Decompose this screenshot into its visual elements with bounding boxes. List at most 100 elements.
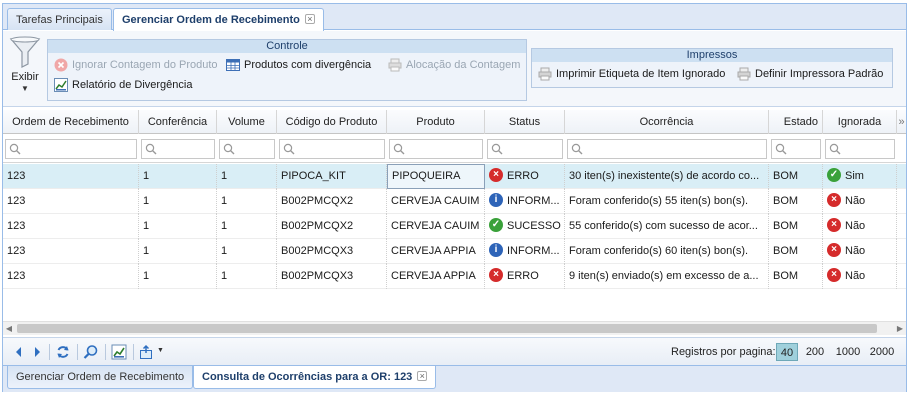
cell-estado[interactable]: BOM [769, 239, 823, 264]
scroll-right-icon[interactable]: ▶ [894, 322, 906, 335]
cell-status[interactable]: i INFORM... [485, 189, 565, 214]
cell-ignorada-text: Não [845, 220, 866, 232]
filter-input-volume[interactable] [219, 139, 275, 159]
tab-gerenciar-ordem-bottom[interactable]: Gerenciar Ordem de Recebimento [7, 366, 194, 389]
filter-input-produto[interactable] [389, 139, 483, 159]
alocacao-contagem-button[interactable]: Alocação da Contagem [388, 57, 520, 75]
cell-ocorrencia[interactable]: Foram conferido(s) 55 iten(s) bon(s). [565, 189, 769, 214]
cell-ignorada[interactable]: ✓ Sim [823, 164, 897, 189]
cell-produto[interactable]: CERVEJA APPIA [387, 239, 485, 264]
horizontal-scrollbar[interactable]: ◀ ▶ [3, 321, 906, 335]
table-row[interactable]: 123 1 1 B002PMCQX2 CERVEJA CAUIM i INFORM... Fo… [3, 189, 906, 214]
column-header-ignorada[interactable]: Ignorada [823, 110, 897, 134]
cell-ordem[interactable]: 123 [3, 214, 139, 239]
cell-estado[interactable]: BOM [769, 189, 823, 214]
imprimir-etiqueta-button[interactable]: Imprimir Etiqueta de Item Ignorado [538, 66, 725, 84]
table-row[interactable]: 123 1 1 B002PMCQX3 CERVEJA APPIA × ERRO 9 iten(… [3, 264, 906, 289]
cell-ordem[interactable]: 123 [3, 164, 139, 189]
filter-input-ordem[interactable] [5, 139, 137, 159]
column-header-conferencia[interactable]: Conferência [139, 110, 217, 134]
cell-volume[interactable]: 1 [217, 189, 277, 214]
page-size-2000[interactable]: 2000 [867, 343, 897, 361]
cell-conferencia[interactable]: 1 [139, 264, 217, 289]
cell-volume[interactable]: 1 [217, 264, 277, 289]
filter-input-conferencia[interactable] [141, 139, 215, 159]
cell-volume[interactable]: 1 [217, 164, 277, 189]
cell-produto[interactable]: PIPOQUEIRA [387, 164, 485, 189]
column-header-codigo[interactable]: Código do Produto [277, 110, 387, 134]
refresh-icon[interactable] [55, 344, 71, 360]
ignorar-contagem-button[interactable]: Ignorar Contagem do Produto [54, 57, 218, 75]
column-header-ocorrencia[interactable]: Ocorrência [565, 110, 769, 134]
exibir-button[interactable]: Exibir ▼ [7, 35, 43, 101]
cell-ignorada[interactable]: × Não [823, 214, 897, 239]
next-page-icon[interactable] [29, 344, 45, 360]
cell-produto[interactable]: CERVEJA APPIA [387, 264, 485, 289]
cell-codigo[interactable]: B002PMCQX2 [277, 189, 387, 214]
cell-produto[interactable]: CERVEJA CAUIM [387, 189, 485, 214]
cell-conferencia[interactable]: 1 [139, 189, 217, 214]
column-header-ordem[interactable]: Ordem de Recebimento [3, 110, 139, 134]
table-row[interactable]: 123 1 1 B002PMCQX2 CERVEJA CAUIM ✓ SUCESSO 55 c… [3, 214, 906, 239]
export-dropdown-icon[interactable]: ▼ [157, 347, 164, 354]
scrollbar-thumb[interactable] [17, 324, 877, 333]
tab-consulta-ocorrencias[interactable]: Consulta de Ocorrências para a OR: 123 × [193, 366, 437, 389]
produtos-divergencia-button[interactable]: Produtos com divergência [226, 57, 371, 75]
pager-toolbar: ▼ Registros por pagina: 40 200 1000 2000 [3, 337, 906, 365]
tab-tarefas-principais[interactable]: Tarefas Principais [7, 8, 112, 30]
column-header-volume[interactable]: Volume [217, 110, 277, 134]
more-columns-icon[interactable]: » [897, 110, 906, 134]
check-icon: ✓ [827, 168, 841, 183]
filter-input-status[interactable] [487, 139, 563, 159]
cell-status[interactable]: i INFORM... [485, 239, 565, 264]
filter-input-ignorada[interactable] [825, 139, 895, 159]
page-size-200[interactable]: 200 [803, 343, 827, 361]
cell-ocorrencia[interactable]: 55 conferido(s) com sucesso de acor... [565, 214, 769, 239]
tab-gerenciar-ordem[interactable]: Gerenciar Ordem de Recebimento × [113, 8, 324, 31]
cell-conferencia[interactable]: 1 [139, 214, 217, 239]
table-row[interactable]: 123 1 1 B002PMCQX3 CERVEJA APPIA i INFORM... Fo… [3, 239, 906, 264]
cell-codigo[interactable]: B002PMCQX3 [277, 264, 387, 289]
scroll-left-icon[interactable]: ◀ [3, 322, 15, 335]
cell-ordem[interactable]: 123 [3, 264, 139, 289]
filter-input-ocorrencia[interactable] [567, 139, 767, 159]
export-icon[interactable] [139, 344, 155, 360]
definir-impressora-button[interactable]: Definir Impressora Padrão [737, 66, 883, 84]
page-size-1000[interactable]: 1000 [833, 343, 863, 361]
cell-codigo[interactable]: B002PMCQX3 [277, 239, 387, 264]
cell-ordem[interactable]: 123 [3, 189, 139, 214]
cell-status[interactable]: × ERRO [485, 264, 565, 289]
cell-conferencia[interactable]: 1 [139, 239, 217, 264]
cell-ocorrencia[interactable]: 9 iten(s) enviado(s) em excesso de a... [565, 264, 769, 289]
cell-codigo[interactable]: PIPOCA_KIT [277, 164, 387, 189]
column-header-status[interactable]: Status [485, 110, 565, 134]
cell-ignorada[interactable]: × Não [823, 264, 897, 289]
filter-input-codigo[interactable] [279, 139, 385, 159]
cell-estado[interactable]: BOM [769, 164, 823, 189]
cell-estado[interactable]: BOM [769, 264, 823, 289]
cell-codigo[interactable]: B002PMCQX2 [277, 214, 387, 239]
cell-conferencia[interactable]: 1 [139, 164, 217, 189]
column-header-estado[interactable]: Estado [769, 110, 823, 134]
cell-volume[interactable]: 1 [217, 239, 277, 264]
previous-page-icon[interactable] [11, 344, 27, 360]
cell-ignorada[interactable]: × Não [823, 189, 897, 214]
table-row[interactable]: 123 1 1 PIPOCA_KIT PIPOQUEIRA × ERRO 30 iten(s)… [3, 164, 906, 189]
chart-icon[interactable] [111, 344, 127, 360]
zoom-search-icon[interactable] [83, 344, 99, 360]
close-icon[interactable]: × [304, 14, 315, 24]
page-size-40[interactable]: 40 [776, 343, 798, 361]
cell-produto[interactable]: CERVEJA CAUIM [387, 214, 485, 239]
cell-status[interactable]: × ERRO [485, 164, 565, 189]
cell-status[interactable]: ✓ SUCESSO [485, 214, 565, 239]
filter-input-estado[interactable] [771, 139, 821, 159]
cell-ocorrencia[interactable]: 30 iten(s) inexistente(s) de acordo co..… [565, 164, 769, 189]
cell-estado[interactable]: BOM [769, 214, 823, 239]
column-header-produto[interactable]: Produto [387, 110, 485, 134]
cell-ocorrencia[interactable]: Foram conferido(s) 60 iten(s) bon(s). [565, 239, 769, 264]
relatorio-divergencia-button[interactable]: Relatório de Divergência [54, 77, 192, 95]
close-icon[interactable]: × [417, 371, 428, 381]
cell-ignorada[interactable]: × Não [823, 239, 897, 264]
cell-volume[interactable]: 1 [217, 214, 277, 239]
cell-ordem[interactable]: 123 [3, 239, 139, 264]
